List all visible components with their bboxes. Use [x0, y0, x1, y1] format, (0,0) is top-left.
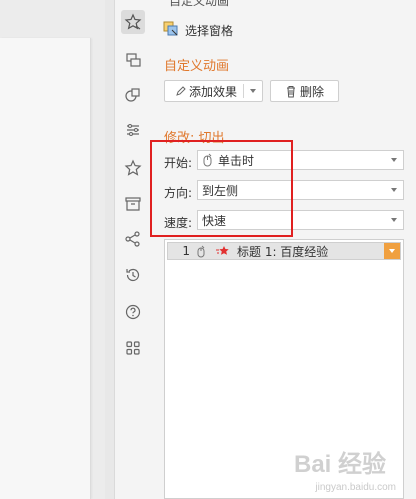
- share-icon[interactable]: [121, 227, 145, 251]
- selection-pane-icon: [163, 21, 179, 40]
- slide-canvas-area: [0, 0, 105, 499]
- selection-pane-label: 选择窗格: [185, 23, 234, 38]
- history-icon[interactable]: [121, 263, 145, 287]
- custom-animation-title: 自定义动画: [164, 59, 230, 74]
- delete-label: 删除: [300, 84, 325, 99]
- delete-button[interactable]: 删除: [270, 80, 339, 102]
- exit-effect-star-icon: [215, 245, 231, 257]
- chevron-down-icon[interactable]: [250, 89, 257, 93]
- chevron-down-icon: [391, 218, 397, 222]
- list-item-dropdown[interactable]: [384, 243, 400, 259]
- help-icon[interactable]: [121, 300, 145, 324]
- list-item-index: 1: [182, 244, 190, 258]
- add-effect-button[interactable]: 添加效果: [164, 80, 263, 102]
- slide-switch-icon[interactable]: [121, 48, 145, 72]
- custom-animation-icon[interactable]: [121, 10, 145, 34]
- chevron-down-icon: [391, 188, 397, 192]
- button-divider: [243, 84, 245, 98]
- chevron-down-icon: [391, 158, 397, 162]
- watermark-url: jingyan.baidu.com: [315, 482, 396, 493]
- trash-icon: [285, 85, 297, 98]
- highlight-box: [150, 140, 293, 237]
- star-icon[interactable]: [121, 156, 145, 180]
- watermark-logo: Bai 经验: [293, 451, 386, 478]
- side-icon-rail: [114, 0, 151, 499]
- list-item[interactable]: 1 标题 1: 百度经验: [167, 242, 401, 260]
- custom-animation-pane: 自定义动画 选择窗格 自定义动画 添加效果 删除 修改: 切出 开始: 单击时 …: [151, 0, 416, 499]
- apps-grid-icon[interactable]: [121, 336, 145, 360]
- selection-pane-link[interactable]: 选择窗格: [163, 20, 233, 40]
- pencil-icon: [175, 85, 187, 97]
- slide-preview[interactable]: [0, 38, 91, 499]
- shapes-icon[interactable]: [121, 83, 145, 107]
- add-effect-label: 添加效果: [189, 84, 238, 99]
- pane-title: 自定义动画: [169, 0, 230, 8]
- archive-icon[interactable]: [121, 192, 145, 216]
- properties-icon[interactable]: [121, 118, 145, 142]
- chevron-down-icon: [389, 249, 395, 253]
- list-item-text: 标题 1: 百度经验: [237, 244, 329, 259]
- mouse-click-icon: [196, 245, 207, 258]
